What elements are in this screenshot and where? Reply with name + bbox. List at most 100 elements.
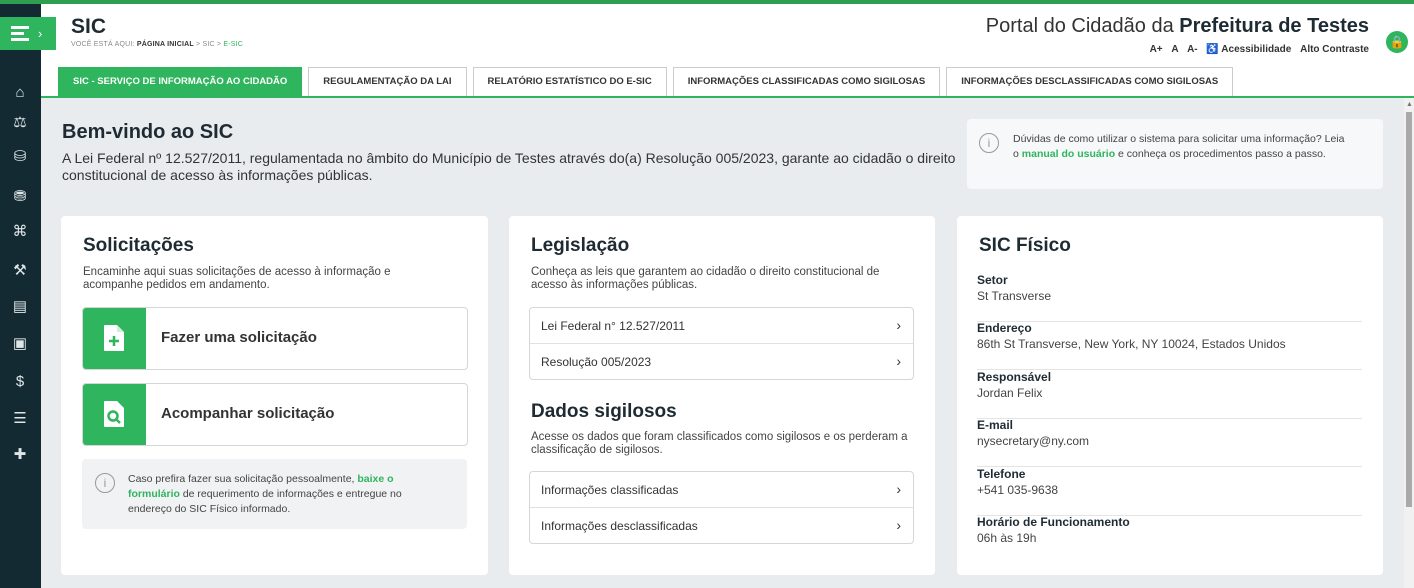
tab-underline <box>41 96 1414 98</box>
manual-link[interactable]: manual do usuário <box>1022 148 1115 160</box>
file-plus-icon <box>83 308 146 369</box>
font-increase-button[interactable]: A+ <box>1150 44 1163 55</box>
coins-stack-icon[interactable]: ⛃ <box>10 187 30 207</box>
document-icon[interactable]: ▤ <box>10 297 30 317</box>
scrollbar[interactable]: ▲ <box>1404 98 1414 588</box>
accessibility-label: Acessibilidade <box>1221 44 1292 55</box>
field-label: Horário de Funcionamento <box>977 515 1130 529</box>
tab-sic[interactable]: SIC - SERVIÇO DE INFORMAÇÃO AO CIDADÃO <box>58 67 303 96</box>
endereco-field: Endereço 86th St Transverse, New York, NY… <box>977 321 1362 370</box>
scrollbar-thumb[interactable] <box>1406 112 1412 507</box>
breadcrumb-prefix: VOCÊ ESTÁ AQUI: <box>71 41 135 48</box>
legislacao-desc: Conheça as leis que garantem ao cidadão … <box>531 266 880 291</box>
field-value: St Transverse <box>977 289 1052 303</box>
breadcrumb-sic-link[interactable]: SIC <box>202 41 214 48</box>
track-request-label: Acompanhar solicitação <box>161 405 335 422</box>
field-value: +541 035-9638 <box>977 483 1059 497</box>
tab-desclassificadas[interactable]: INFORMAÇÕES DESCLASSIFICADAS COMO SIGILO… <box>946 67 1234 96</box>
solicitacoes-title: Solicitações <box>83 235 194 256</box>
font-reset-button[interactable]: A <box>1171 44 1178 55</box>
accessibility-icon: ♿ <box>1206 44 1219 55</box>
coins-icon[interactable]: ⛁ <box>10 147 30 167</box>
money-icon[interactable]: $ <box>10 372 30 392</box>
scale-icon[interactable]: ⚖ <box>10 113 30 133</box>
accessibility-bar: A+ A A- ♿ Acessibilidade Alto Contraste <box>1144 44 1369 55</box>
responsavel-field: Responsável Jordan Felix <box>977 370 1362 419</box>
list-item[interactable]: Informações desclassificadas › <box>530 508 913 543</box>
chevron-right-icon: › <box>896 353 901 369</box>
field-value: 86th St Transverse, New York, NY 10024, … <box>977 337 1286 351</box>
make-request-button[interactable]: Fazer uma solicitação <box>82 307 468 370</box>
breadcrumb-separator: > <box>216 41 222 48</box>
breadcrumb-current: E-SIC <box>223 41 244 48</box>
chevron-right-icon: › <box>896 517 901 533</box>
help-text-after: e conheça os procedimentos passo a passo… <box>1115 148 1326 160</box>
scroll-up-icon[interactable]: ▲ <box>1406 101 1413 108</box>
list-item[interactable]: Lei Federal n° 12.527/2011 › <box>530 308 913 344</box>
menu-toggle-button[interactable]: › <box>0 17 56 50</box>
breadcrumb-home-link[interactable]: PÁGINA INICIAL <box>137 41 194 48</box>
field-label: Setor <box>977 273 1008 287</box>
gavel-icon[interactable]: ⚒ <box>10 261 30 281</box>
portal-title-prefix: Portal do Cidadão da <box>985 15 1174 37</box>
note-text: Caso prefira fazer sua solicitação pesso… <box>128 472 438 517</box>
accessibility-link[interactable]: ♿ Acessibilidade <box>1206 44 1291 55</box>
header: SIC VOCÊ ESTÁ AQUI: PÁGINA INICIAL > SIC… <box>41 4 1414 97</box>
welcome-text: A Lei Federal nº 12.527/2011, regulament… <box>62 150 956 183</box>
list-item[interactable]: Resolução 005/2023 › <box>530 344 913 379</box>
list-item[interactable]: Informações classificadas › <box>530 472 913 508</box>
tab-classificadas[interactable]: INFORMAÇÕES CLASSIFICADAS COMO SIGILOSAS <box>672 67 941 96</box>
field-value: nysecretary@ny.com <box>977 434 1089 448</box>
help-text: Dúvidas de como utilizar o sistema para … <box>1013 132 1353 162</box>
breadcrumb: VOCÊ ESTÁ AQUI: PÁGINA INICIAL > SIC > E… <box>71 41 243 48</box>
hamburger-icon <box>11 23 29 44</box>
list-item-label: Informações classificadas <box>541 483 679 497</box>
field-value: Jordan Felix <box>977 386 1043 400</box>
high-contrast-button[interactable]: Alto Contraste <box>1300 44 1369 55</box>
chevron-right-icon: › <box>38 26 43 41</box>
tab-regulamentacao[interactable]: REGULAMENTAÇÃO DA LAI <box>308 67 467 96</box>
list-item-label: Resolução 005/2023 <box>541 355 652 369</box>
sigilosos-list: Informações classificadas › Informações d… <box>529 471 914 544</box>
info-icon: i <box>979 133 999 153</box>
building-icon[interactable]: ⌘ <box>10 222 30 242</box>
chat-icon[interactable]: ☰ <box>10 409 30 429</box>
legislacao-list: Lei Federal n° 12.527/2011 › Resolução 00… <box>529 307 914 380</box>
field-label: Telefone <box>977 467 1026 481</box>
report-icon[interactable]: ▣ <box>10 334 30 354</box>
welcome-title: Bem-vindo ao SIC <box>62 121 234 143</box>
track-request-button[interactable]: Acompanhar solicitação <box>82 383 468 446</box>
home-icon[interactable]: ⌂ <box>10 83 30 103</box>
horario-field: Horário de Funcionamento 06h às 19h <box>977 515 1362 563</box>
portal-title-bold: Prefeitura de Testes <box>1179 15 1369 37</box>
solicitacoes-card: Solicitações Encaminhe aqui suas solicit… <box>61 216 488 575</box>
info-icon: i <box>95 473 115 493</box>
setor-field: Setor St Transverse <box>977 273 1362 322</box>
field-label: Responsável <box>977 370 1052 384</box>
list-item-label: Informações desclassificadas <box>541 519 698 533</box>
legislacao-card: Legislação Conheça as leis que garantem … <box>509 216 935 575</box>
sigilosos-title: Dados sigilosos <box>531 401 677 422</box>
email-field: E-mail nysecretary@ny.com <box>977 418 1362 467</box>
legislacao-title: Legislação <box>531 235 630 256</box>
field-label: E-mail <box>977 418 1014 432</box>
make-request-label: Fazer uma solicitação <box>161 329 317 346</box>
field-label: Endereço <box>977 321 1032 335</box>
breadcrumb-separator: > <box>196 41 201 48</box>
note-text-before: Caso prefira fazer sua solicitação pesso… <box>128 473 358 485</box>
file-search-icon <box>83 384 146 445</box>
chevron-right-icon: › <box>896 317 901 333</box>
lock-icon[interactable]: 🔒 <box>1386 31 1408 53</box>
sigilosos-desc: Acesse os dados que foram classificados … <box>531 431 908 456</box>
chevron-right-icon: › <box>896 481 901 497</box>
field-value: 06h às 19h <box>977 531 1037 545</box>
list-item-label: Lei Federal n° 12.527/2011 <box>541 319 686 333</box>
font-decrease-button[interactable]: A- <box>1187 44 1198 55</box>
portal-title: Portal do Cidadão da Prefeitura de Teste… <box>986 15 1369 38</box>
telefone-field: Telefone +541 035-9638 <box>977 467 1362 516</box>
help-box: i Dúvidas de como utilizar o sistema par… <box>967 119 1383 189</box>
tab-bar: SIC - SERVIÇO DE INFORMAÇÃO AO CIDADÃO R… <box>58 67 1239 97</box>
sic-fisico-title: SIC Físico <box>979 235 1071 256</box>
plus-cross-icon[interactable]: ✚ <box>10 445 30 465</box>
tab-relatorio[interactable]: RELATÓRIO ESTATÍSTICO DO E-SIC <box>472 67 667 96</box>
